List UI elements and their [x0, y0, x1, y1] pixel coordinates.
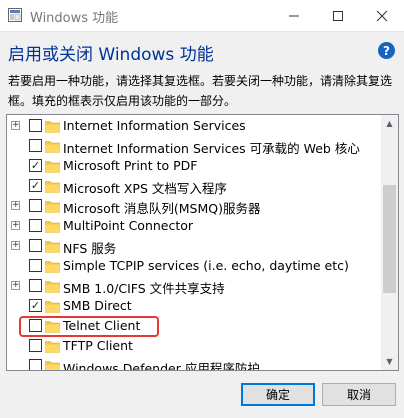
feature-row[interactable]: ✓ Microsoft XPS 文档写入程序: [7, 176, 380, 196]
scroll-up-arrow-icon[interactable]: ▲: [381, 115, 398, 132]
feature-label: SMB 1.0/CIFS 文件共享支持: [63, 281, 225, 296]
maximize-icon: [333, 10, 343, 21]
folder-icon: [45, 139, 60, 153]
feature-label: SMB Direct: [63, 298, 132, 313]
page-heading: 启用或关闭 Windows 功能: [8, 45, 214, 65]
feature-checkbox[interactable]: [29, 259, 42, 272]
minimize-button[interactable]: [272, 0, 316, 31]
folder-icon: [45, 299, 60, 313]
folder-icon: [45, 279, 60, 293]
close-icon: [376, 10, 388, 21]
help-icon[interactable]: ?: [378, 42, 395, 59]
feature-row[interactable]: + Microsoft 消息队列(MSMQ)服务器: [7, 196, 380, 216]
title-bar: Windows 功能: [0, 0, 404, 32]
feature-label: Internet Information Services 可承载的 Web 核…: [63, 141, 360, 156]
folder-icon: [45, 179, 60, 193]
folder-icon: [45, 359, 60, 370]
minimize-icon: [289, 15, 299, 16]
vertical-scrollbar[interactable]: ▲ ▼: [381, 115, 398, 370]
expand-icon[interactable]: +: [11, 201, 20, 210]
feature-checkbox[interactable]: ✓: [29, 299, 42, 312]
close-button[interactable]: [360, 0, 404, 31]
feature-label: Simple TCPIP services (i.e. echo, daytim…: [63, 258, 349, 273]
folder-icon: [45, 199, 60, 213]
feature-row[interactable]: Simple TCPIP services (i.e. echo, daytim…: [7, 256, 380, 276]
feature-checkbox[interactable]: [29, 139, 42, 152]
feature-label: Windows Defender 应用程序防护: [63, 361, 260, 371]
windows-features-icon: [8, 8, 22, 22]
cancel-button[interactable]: 取消: [322, 383, 396, 406]
feature-row[interactable]: Windows Defender 应用程序防护: [7, 356, 380, 371]
window-title: Windows 功能: [30, 11, 119, 26]
feature-row[interactable]: + Internet Information Services: [7, 116, 380, 136]
feature-row[interactable]: Internet Information Services 可承载的 Web 核…: [7, 136, 380, 156]
folder-icon: [45, 339, 60, 353]
feature-checkbox[interactable]: [29, 119, 42, 132]
folder-icon: [45, 259, 60, 273]
maximize-button[interactable]: [316, 0, 360, 31]
feature-label: Microsoft Print to PDF: [63, 158, 198, 173]
feature-label: Internet Information Services: [63, 118, 246, 133]
feature-label: TFTP Client: [63, 338, 133, 353]
feature-label: Microsoft 消息队列(MSMQ)服务器: [63, 201, 261, 216]
feature-row[interactable]: TFTP Client: [7, 336, 380, 356]
feature-checkbox[interactable]: [29, 199, 42, 212]
feature-checkbox[interactable]: ✓: [29, 159, 42, 172]
expand-icon[interactable]: +: [11, 241, 20, 250]
feature-row[interactable]: ✓ SMB Direct: [7, 296, 380, 316]
feature-checkbox[interactable]: [29, 279, 42, 292]
feature-row[interactable]: + NFS 服务: [7, 236, 380, 256]
telnet-client-highlight: [19, 316, 159, 337]
ok-button[interactable]: 确定: [241, 383, 315, 406]
folder-icon: [45, 219, 60, 233]
feature-row[interactable]: ✓ Microsoft Print to PDF: [7, 156, 380, 176]
expand-icon[interactable]: +: [11, 281, 20, 290]
description-text: 若要启用一种功能，请选择其复选框。若要关闭一种功能，请清除其复选框。填充的框表示…: [8, 74, 393, 108]
expand-icon[interactable]: +: [11, 221, 20, 230]
feature-row[interactable]: + SMB 1.0/CIFS 文件共享支持: [7, 276, 380, 296]
feature-checkbox[interactable]: ✓: [29, 179, 42, 192]
expand-icon[interactable]: +: [11, 121, 20, 130]
feature-label: Microsoft XPS 文档写入程序: [63, 181, 227, 196]
feature-checkbox[interactable]: [29, 359, 42, 370]
folder-icon: [45, 239, 60, 253]
feature-checkbox[interactable]: [29, 239, 42, 252]
feature-checkbox[interactable]: [29, 339, 42, 352]
scrollbar-thumb[interactable]: [383, 185, 396, 293]
folder-icon: [45, 119, 60, 133]
feature-checkbox[interactable]: [29, 219, 42, 232]
feature-row[interactable]: + MultiPoint Connector: [7, 216, 380, 236]
folder-icon: [45, 159, 60, 173]
scroll-down-arrow-icon[interactable]: ▼: [381, 353, 398, 370]
feature-label: NFS 服务: [63, 241, 117, 256]
feature-label: MultiPoint Connector: [63, 218, 194, 233]
